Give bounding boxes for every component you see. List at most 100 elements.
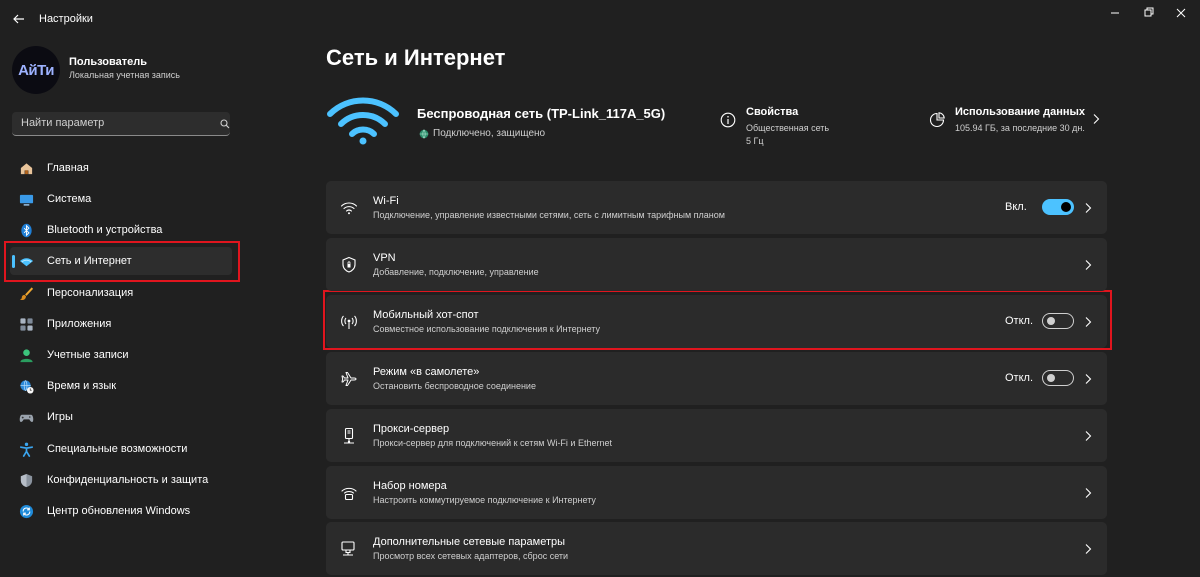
apps-icon <box>20 318 33 331</box>
computer-network-icon <box>341 541 355 556</box>
back-button[interactable] <box>10 10 28 28</box>
data-usage-detail: 105.94 ГБ, за последние 30 дн. <box>955 123 1085 133</box>
card-title: Режим «в самолете» <box>373 366 480 378</box>
card-title: Мобильный хот-спот <box>373 309 479 321</box>
sidebar-item-accessibility[interactable]: Специальные возможности <box>10 435 232 463</box>
card-title: Wi-Fi <box>373 195 399 207</box>
close-button[interactable] <box>1170 4 1192 22</box>
minimize-icon <box>1111 12 1119 14</box>
sidebar-item-home[interactable]: Главная <box>10 154 232 182</box>
network-band: 5 Гц <box>746 136 764 146</box>
page-title: Сеть и Интернет <box>326 45 506 70</box>
airplane-icon <box>341 372 357 386</box>
user-name: Пользователь <box>69 56 148 68</box>
restore-icon <box>1144 7 1154 17</box>
wifi-card[interactable]: Wi-Fi Подключение, управление известными… <box>326 181 1107 234</box>
chevron-right-icon <box>1085 544 1092 554</box>
search-input[interactable] <box>21 117 201 129</box>
shield-icon <box>20 473 33 488</box>
info-icon <box>720 112 736 128</box>
sidebar-item-label: Учетные записи <box>47 349 129 361</box>
sidebar-item-privacy[interactable]: Конфиденциальность и защита <box>10 466 232 494</box>
advanced-network-card[interactable]: Дополнительные сетевые параметры Просмот… <box>326 522 1107 575</box>
hotspot-toggle[interactable] <box>1042 313 1074 329</box>
network-type: Общественная сеть <box>746 123 830 133</box>
dialup-icon <box>341 487 357 501</box>
sidebar-item-personalization[interactable]: Персонализация <box>10 279 232 307</box>
minimize-button[interactable] <box>1104 4 1126 22</box>
sidebar-item-label: Приложения <box>47 318 112 330</box>
dialup-card[interactable]: Набор номера Настроить коммутируемое под… <box>326 466 1107 519</box>
sidebar-item-label: Система <box>47 193 92 205</box>
sidebar-item-label: Специальные возможности <box>47 443 188 455</box>
card-subtitle: Остановить беспроводное соединение <box>373 381 536 391</box>
sidebar-item-time-language[interactable]: Время и язык <box>10 372 232 400</box>
proxy-card[interactable]: Прокси-сервер Прокси-сервер для подключе… <box>326 409 1107 462</box>
brush-icon <box>19 287 34 301</box>
gamepad-icon <box>19 414 34 423</box>
sidebar-item-apps[interactable]: Приложения <box>10 310 232 338</box>
card-subtitle: Прокси-сервер для подключений к сетям Wi… <box>373 438 612 448</box>
chevron-right-icon <box>1085 374 1092 384</box>
network-name: Беспроводная сеть (TP-Link_117A_5G) <box>417 106 666 121</box>
app-title: Настройки <box>39 13 93 25</box>
globe-icon <box>419 129 429 138</box>
home-icon <box>20 163 33 175</box>
chevron-right-icon <box>1085 260 1092 270</box>
vpn-shield-icon <box>342 256 356 273</box>
sidebar-item-gaming[interactable]: Игры <box>10 403 232 431</box>
sidebar-item-accounts[interactable]: Учетные записи <box>10 341 232 369</box>
sidebar-item-label: Игры <box>47 411 73 423</box>
card-subtitle: Настроить коммутируемое подключение к Ин… <box>373 495 596 505</box>
toggle-knob <box>1047 374 1055 382</box>
person-icon <box>20 349 33 363</box>
title-bar: Настройки <box>0 0 1200 36</box>
card-subtitle: Совместное использование подключения к И… <box>373 324 600 334</box>
card-title: Набор номера <box>373 480 447 492</box>
mobile-hotspot-card[interactable]: Мобильный хот-спот Совместное использова… <box>326 295 1107 348</box>
accessibility-icon <box>20 442 33 457</box>
properties-title: Свойства <box>746 106 799 118</box>
sidebar-item-system[interactable]: Система <box>10 185 232 213</box>
arrow-left-icon <box>13 14 24 24</box>
sidebar-item-label: Время и язык <box>47 380 117 392</box>
bluetooth-icon <box>21 223 32 238</box>
card-subtitle: Подключение, управление известными сетям… <box>373 210 725 220</box>
sidebar-item-label: Bluetooth и устройства <box>47 224 163 236</box>
search-box[interactable] <box>12 112 230 136</box>
sidebar-item-label: Центр обновления Windows <box>47 505 191 517</box>
wifi-connected-icon <box>327 97 399 145</box>
toggle-knob <box>1047 317 1055 325</box>
sidebar-item-label: Главная <box>47 162 89 174</box>
chevron-right-icon <box>1085 203 1092 213</box>
wifi-state-label: Вкл. <box>1005 201 1027 213</box>
toggle-knob <box>1061 202 1071 212</box>
card-subtitle: Добавление, подключение, управление <box>373 267 539 277</box>
hotspot-state-label: Откл. <box>1005 315 1034 327</box>
sidebar-item-label: Конфиденциальность и защита <box>47 474 209 486</box>
globe-clock-icon <box>20 380 34 394</box>
update-icon <box>19 504 34 519</box>
chevron-right-icon <box>1085 431 1092 441</box>
monitor-icon <box>19 194 34 206</box>
wifi-toggle[interactable] <box>1042 199 1074 215</box>
airplane-mode-card[interactable]: Режим «в самолете» Остановить беспроводн… <box>326 352 1107 405</box>
sidebar-item-bluetooth[interactable]: Bluetooth и устройства <box>10 216 232 244</box>
avatar[interactable]: АйТи <box>12 46 60 94</box>
airplane-toggle[interactable] <box>1042 370 1074 386</box>
highlight-sidebar-network <box>4 241 240 282</box>
sidebar-item-label: Персонализация <box>47 287 134 299</box>
maximize-button[interactable] <box>1137 4 1159 22</box>
close-icon <box>1176 8 1186 18</box>
chevron-right-icon <box>1093 114 1100 124</box>
card-title: Прокси-сервер <box>373 423 450 435</box>
card-title: Дополнительные сетевые параметры <box>373 536 566 548</box>
network-status-text: Подключено, защищено <box>433 128 546 139</box>
account-type: Локальная учетная запись <box>69 70 180 80</box>
card-title: VPN <box>373 252 396 264</box>
vpn-card[interactable]: VPN Добавление, подключение, управление <box>326 238 1107 291</box>
sidebar-item-windows-update[interactable]: Центр обновления Windows <box>10 497 232 525</box>
chevron-right-icon <box>1085 488 1092 498</box>
wifi-icon <box>340 202 358 215</box>
airplane-state-label: Откл. <box>1005 372 1034 384</box>
